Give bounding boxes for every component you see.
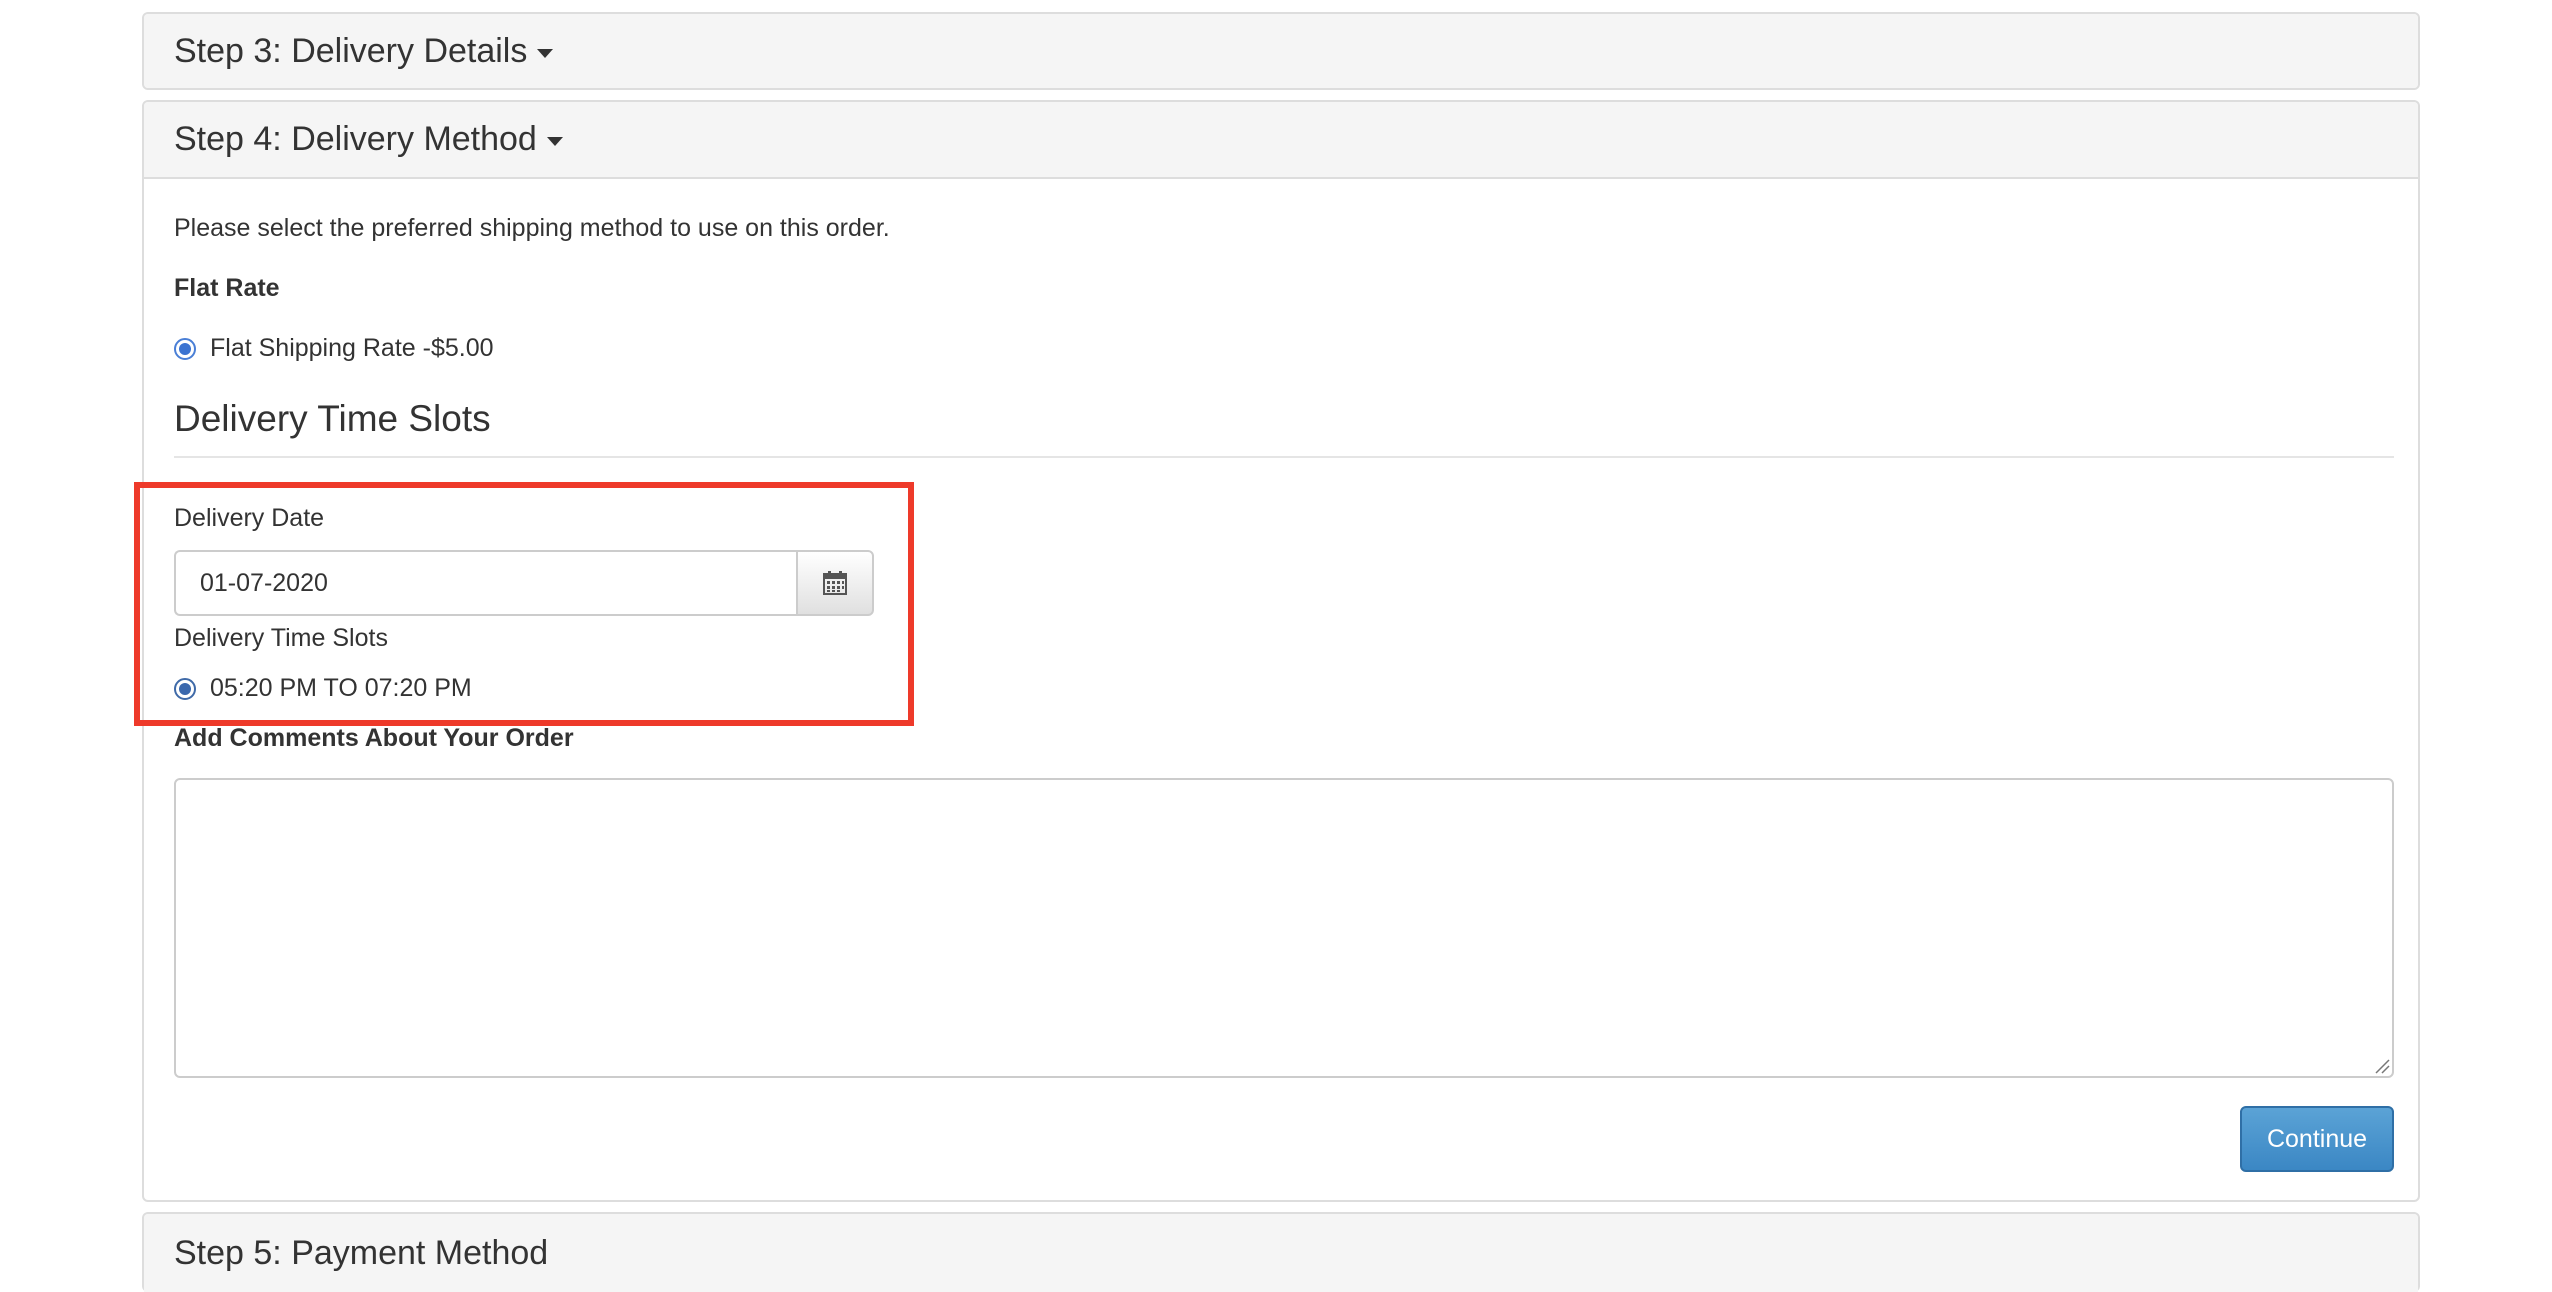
step4-title[interactable]: Step 4: Delivery Method [174,120,537,159]
time-slot-option-label[interactable]: 05:20 PM TO 07:20 PM [210,674,472,703]
step3-heading[interactable]: Step 3: Delivery Details [144,14,2418,88]
step5-heading[interactable]: Step 5: Payment Method [144,1214,2418,1292]
delivery-time-slots-legend: Delivery Time Slots [174,398,2394,458]
step4-panel: Step 4: Delivery Method Please select th… [142,100,2420,1202]
delivery-date-input[interactable] [174,550,796,616]
delivery-date-label: Delivery Date [174,504,325,532]
step4-heading[interactable]: Step 4: Delivery Method [144,102,2418,179]
shipping-method-intro: Please select the preferred shipping met… [174,214,890,242]
comments-label: Add Comments About Your Order [174,724,574,752]
flat-rate-option[interactable]: Flat Shipping Rate -$5.00 [174,334,494,363]
continue-button[interactable]: Continue [2240,1106,2394,1172]
comments-textarea[interactable] [174,778,2394,1078]
radio-checked-dot [179,682,191,695]
resize-grip-icon[interactable] [2372,1056,2390,1074]
calendar-icon [823,571,847,595]
step3-title[interactable]: Step 3: Delivery Details [174,32,527,71]
calendar-button[interactable] [796,550,874,616]
radio-checked-dot [179,342,191,355]
time-slot-radio[interactable] [174,677,196,700]
time-slot-option[interactable]: 05:20 PM TO 07:20 PM [174,674,472,703]
flat-rate-option-label[interactable]: Flat Shipping Rate -$5.00 [210,334,494,363]
delivery-time-slots-label: Delivery Time Slots [174,624,388,652]
step5-title[interactable]: Step 5: Payment Method [174,1234,548,1273]
delivery-date-group [174,550,874,616]
flat-rate-radio[interactable] [174,337,196,360]
step5-panel: Step 5: Payment Method [142,1212,2420,1292]
caret-down-icon[interactable] [537,48,554,58]
step3-panel: Step 3: Delivery Details [142,12,2420,90]
caret-down-icon[interactable] [546,137,563,146]
flat-rate-heading: Flat Rate [174,274,280,302]
